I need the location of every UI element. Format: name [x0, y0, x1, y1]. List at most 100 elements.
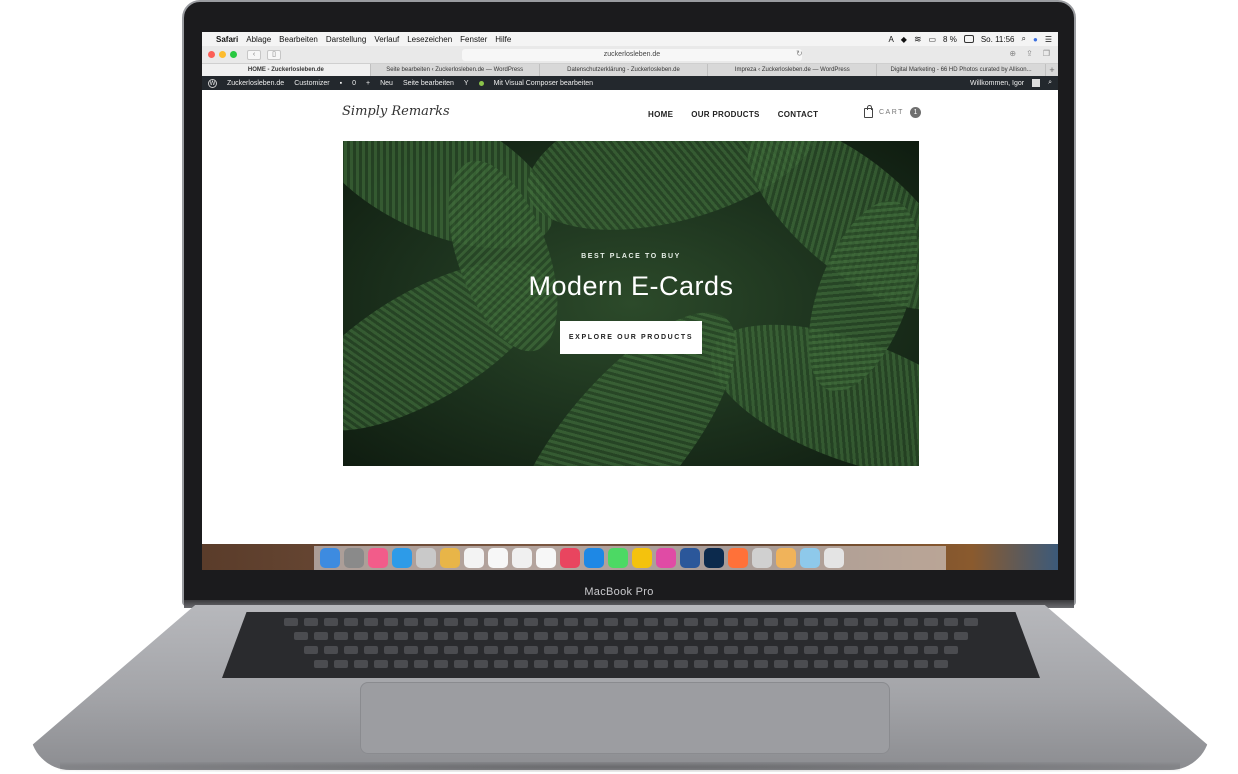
- photoshop-icon[interactable]: [704, 548, 724, 568]
- laptop-shadow: [60, 762, 1180, 772]
- reminders-icon[interactable]: [512, 548, 532, 568]
- avatar[interactable]: [1032, 79, 1041, 87]
- calendar-icon[interactable]: [464, 548, 484, 568]
- textedit-icon[interactable]: [488, 548, 508, 568]
- comment-icon[interactable]: ▪: [340, 80, 342, 87]
- preview-icon[interactable]: [416, 548, 436, 568]
- trackpad: [360, 682, 890, 754]
- notes-icon[interactable]: [440, 548, 460, 568]
- finder-icon[interactable]: [320, 548, 340, 568]
- hero-eyebrow: BEST PLACE TO BUY: [581, 253, 681, 260]
- notification-center-icon[interactable]: ☰: [1045, 35, 1052, 44]
- main-nav: HOME OUR PRODUCTS CONTACT: [648, 110, 818, 119]
- reload-icon[interactable]: ↻: [796, 49, 803, 58]
- tab-datenschutz[interactable]: Datenschutzerklärung - Zuckerlosleben.de: [540, 64, 709, 76]
- folder-icon[interactable]: [776, 548, 796, 568]
- google-drive-icon[interactable]: [632, 548, 652, 568]
- shopping-bag-icon: [864, 104, 873, 118]
- seo-status-icon: [478, 80, 484, 86]
- menu-item-fenster[interactable]: Fenster: [460, 35, 487, 44]
- hero-content: BEST PLACE TO BUY Modern E-Cards EXPLORE…: [343, 141, 919, 466]
- yoast-icon[interactable]: Y: [464, 80, 469, 87]
- spotlight-search-icon[interactable]: ⌕: [1022, 34, 1026, 44]
- menu-item-hilfe[interactable]: Hilfe: [495, 35, 511, 44]
- sidebar-toggle-button[interactable]: ▯: [267, 49, 281, 60]
- system-preferences-icon[interactable]: [344, 548, 364, 568]
- new-tab-button[interactable]: +: [1046, 64, 1058, 76]
- menu-app-safari[interactable]: Safari: [216, 35, 238, 44]
- admin-welcome[interactable]: Willkommen, Igor: [970, 80, 1024, 87]
- downloads-folder-icon[interactable]: [800, 548, 820, 568]
- firefox-icon[interactable]: [728, 548, 748, 568]
- share-icon[interactable]: ⇪: [1026, 49, 1033, 58]
- clock[interactable]: So. 11:56: [981, 35, 1015, 44]
- admin-search-icon[interactable]: ⌕: [1048, 79, 1052, 87]
- photos-icon[interactable]: [560, 548, 580, 568]
- menu-item-darstellung[interactable]: Darstellung: [326, 35, 366, 44]
- itunes-icon[interactable]: [368, 548, 388, 568]
- menubar-status-area: A ◆ ≋ ▭ 8 % So. 11:56 ⌕ ● ☰: [888, 34, 1052, 45]
- messages-icon[interactable]: [608, 548, 628, 568]
- macos-dock: [202, 544, 1058, 570]
- tab-digital-marketing[interactable]: Digital Marketing - 66 HD Photos curated…: [877, 64, 1046, 76]
- keynote-icon[interactable]: [656, 548, 676, 568]
- menu-item-bearbeiten[interactable]: Bearbeiten: [279, 35, 318, 44]
- pages-icon[interactable]: [536, 548, 556, 568]
- screen: Safari Ablage Bearbeiten Darstellung Ver…: [202, 32, 1058, 570]
- admin-visual-composer-link[interactable]: Mit Visual Composer bearbeiten: [494, 80, 593, 87]
- window-controls: [208, 51, 237, 58]
- battery-icon[interactable]: [963, 35, 974, 43]
- admin-new-link[interactable]: Neu: [380, 80, 393, 87]
- adobe-icon[interactable]: A: [888, 35, 893, 44]
- safari-toolbar: ‹ ▯ zuckerlosleben.de ↻ ⊕ ⇪ ❐: [202, 46, 1058, 64]
- menu-item-verlauf[interactable]: Verlauf: [374, 35, 399, 44]
- tab-seite-bearbeiten[interactable]: Seite bearbeiten ‹ Zuckerlosleben.de — W…: [371, 64, 540, 76]
- tab-impreza[interactable]: Impreza ‹ Zuckerlosleben.de — WordPress: [708, 64, 878, 76]
- airplay-icon[interactable]: ▭: [928, 35, 936, 44]
- admin-customizer-link[interactable]: Customizer: [294, 80, 329, 87]
- admin-comments-count[interactable]: 0: [352, 80, 356, 87]
- image-capture-icon[interactable]: [752, 548, 772, 568]
- minimize-window-button[interactable]: [219, 51, 226, 58]
- wifi-icon[interactable]: ≋: [914, 34, 922, 45]
- admin-edit-page-link[interactable]: Seite bearbeiten: [403, 80, 454, 87]
- toolbar-right: ⊕ ⇪ ❐: [1009, 49, 1050, 58]
- word-icon[interactable]: [680, 548, 700, 568]
- cart-label: CART: [879, 109, 904, 116]
- explore-products-button[interactable]: EXPLORE OUR PRODUCTS: [560, 321, 702, 354]
- trash-icon[interactable]: [824, 548, 844, 568]
- plus-icon[interactable]: +: [366, 80, 370, 87]
- nav-our-products[interactable]: OUR PRODUCTS: [691, 110, 760, 119]
- dropbox-icon[interactable]: ◆: [901, 35, 907, 44]
- hero-headline: Modern E-Cards: [528, 271, 734, 301]
- tab-home[interactable]: HOME - Zuckerlosleben.de: [202, 64, 371, 76]
- macos-menubar: Safari Ablage Bearbeiten Darstellung Ver…: [202, 32, 1058, 46]
- menu-item-lesezeichen[interactable]: Lesezeichen: [407, 35, 452, 44]
- cart-count-badge: 1: [909, 107, 921, 118]
- close-window-button[interactable]: [208, 51, 215, 58]
- keyboard: [222, 612, 1040, 678]
- wordpress-icon[interactable]: W: [208, 78, 217, 88]
- dock-shelf: [314, 546, 946, 570]
- cart-link[interactable]: CART 1: [864, 104, 921, 118]
- website: Simply Remarks HOME OUR PRODUCTS CONTACT…: [202, 90, 1058, 570]
- safari-icon[interactable]: [392, 548, 412, 568]
- menu-item-ablage[interactable]: Ablage: [246, 35, 271, 44]
- zoom-window-button[interactable]: [230, 51, 237, 58]
- battery-percent: 8 %: [943, 34, 957, 44]
- admin-bar-right: Willkommen, Igor ⌕: [970, 79, 1052, 87]
- back-button[interactable]: ‹: [247, 49, 261, 60]
- site-logo[interactable]: Simply Remarks: [342, 104, 450, 119]
- admin-site-link[interactable]: Zuckerlosleben.de: [227, 80, 284, 87]
- downloads-icon[interactable]: ⊕: [1009, 49, 1016, 58]
- app-store-icon[interactable]: [584, 548, 604, 568]
- address-bar[interactable]: zuckerlosleben.de: [462, 49, 802, 61]
- wp-admin-bar: W Zuckerlosleben.de Customizer ▪ 0 + Neu…: [202, 76, 1058, 90]
- siri-icon[interactable]: ●: [1033, 35, 1038, 44]
- nav-contact[interactable]: CONTACT: [778, 110, 819, 119]
- laptop-mockup: MacBook Pro Safari Ablage Bearbeiten Dar…: [0, 0, 1238, 774]
- tab-bar: HOME - Zuckerlosleben.de Seite bearbeite…: [202, 64, 1058, 76]
- tabs-overview-icon[interactable]: ❐: [1043, 49, 1050, 58]
- hero-banner: BEST PLACE TO BUY Modern E-Cards EXPLORE…: [343, 141, 919, 466]
- nav-home[interactable]: HOME: [648, 110, 673, 119]
